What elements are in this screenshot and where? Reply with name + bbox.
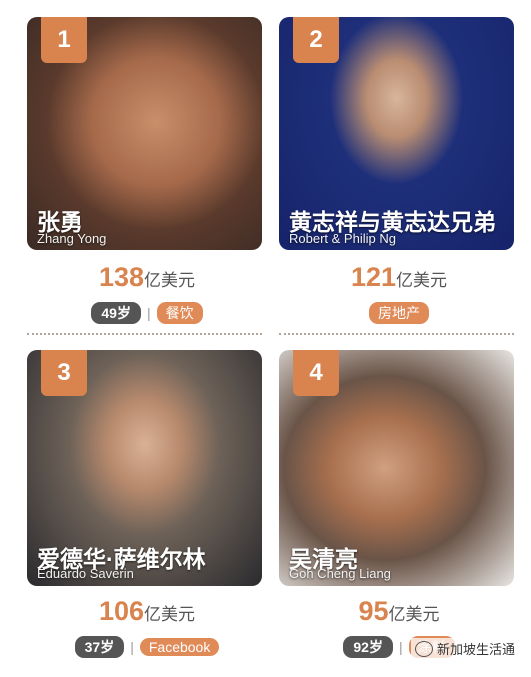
divider — [27, 333, 262, 335]
industry-badge: 餐饮 — [156, 302, 203, 324]
net-worth: 138亿美元 — [32, 262, 262, 293]
rank-badge: 2 — [293, 17, 339, 63]
net-worth-unit: 亿美元 — [388, 605, 440, 624]
net-worth-value: 95 — [358, 596, 389, 626]
tag-separator: | — [398, 639, 403, 655]
tag-separator: | — [146, 305, 151, 321]
net-worth: 95亿美元 — [284, 596, 514, 627]
rank-card-1: 1 张勇 Zhang Yong — [27, 17, 262, 250]
net-worth-unit: 亿美元 — [396, 271, 448, 290]
net-worth-value: 138 — [98, 262, 145, 292]
tag-row: 房地产 — [284, 302, 514, 324]
net-worth: 106亿美元 — [32, 596, 262, 627]
industry-badge: 房地产 — [369, 302, 429, 324]
rank-card-2: 2 黄志祥与黄志达兄弟 Robert & Philip Ng — [279, 17, 514, 250]
age-badge: 92岁 — [343, 636, 393, 658]
rank-badge: 3 — [41, 350, 87, 396]
age-badge: 37岁 — [74, 636, 125, 658]
wechat-icon — [414, 640, 433, 657]
rank-badge: 1 — [41, 17, 87, 63]
net-worth-value: 121 — [350, 262, 397, 292]
person-name-en: Eduardo Saverin — [37, 566, 134, 581]
person-name-en: Robert & Philip Ng — [289, 231, 396, 246]
rank-badge: 4 — [293, 350, 339, 396]
tag-row: 49岁 | 餐饮 — [32, 302, 262, 324]
watermark: 新加坡生活通 — [410, 638, 519, 659]
person-name-en: Goh Cheng Liang — [289, 566, 391, 581]
tag-separator: | — [130, 639, 134, 655]
rank-card-3: 3 爱德华·萨维尔林 Eduardo Saverin — [27, 350, 262, 586]
age-badge: 49岁 — [91, 302, 141, 324]
tag-row: 37岁 | Facebook — [32, 636, 262, 658]
rank-card-4: 4 吴清亮 Goh Cheng Liang — [279, 350, 514, 586]
industry-badge: Facebook — [139, 638, 220, 656]
net-worth-value: 106 — [98, 596, 145, 626]
person-name-en: Zhang Yong — [37, 231, 107, 246]
net-worth-unit: 亿美元 — [144, 271, 196, 290]
net-worth: 121亿美元 — [284, 262, 514, 293]
net-worth-unit: 亿美元 — [144, 605, 196, 624]
watermark-text: 新加坡生活通 — [436, 642, 515, 657]
divider — [279, 333, 514, 335]
